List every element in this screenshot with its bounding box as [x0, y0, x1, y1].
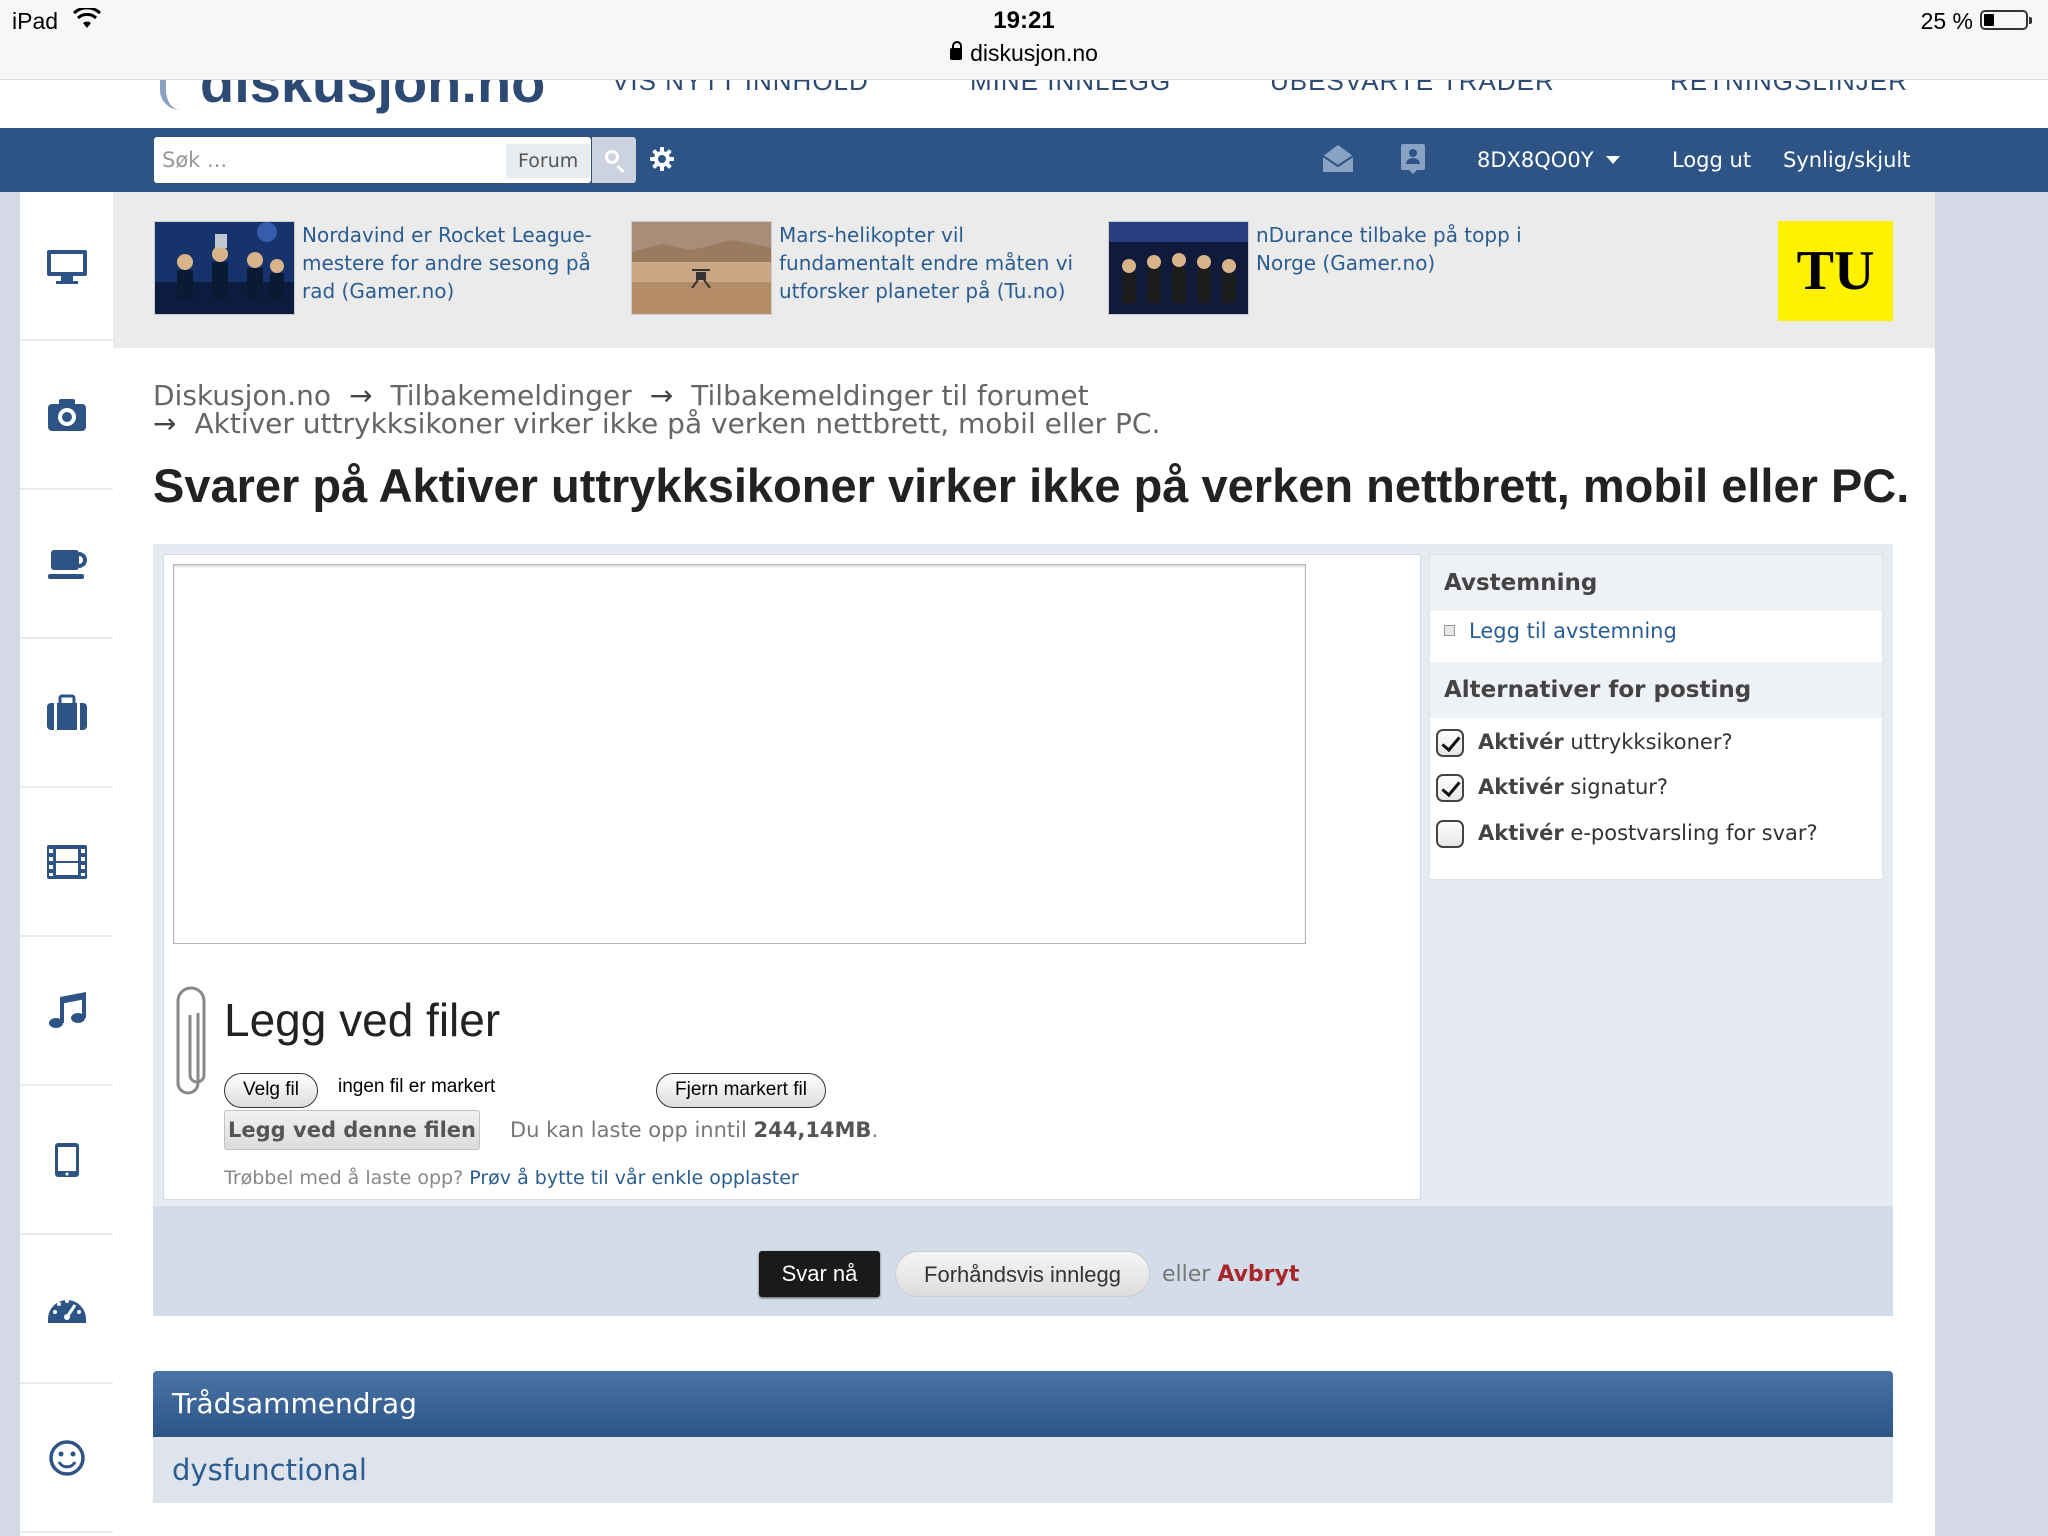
news-thumbnail	[631, 221, 772, 315]
arrow-icon: →	[153, 407, 177, 440]
search-button[interactable]	[592, 137, 636, 183]
header-nav-unanswered[interactable]: UBESVARTE TRÅDER	[1270, 80, 1555, 97]
status-bar: iPad 19:21 diskusjon.no 25 %	[0, 0, 2048, 80]
breadcrumb-item-current[interactable]: Aktiver uttrykksikoner virker ikke på ve…	[194, 407, 1160, 440]
main-content: Nordavind er Rocket League-mestere for a…	[113, 192, 1935, 1536]
gear-icon[interactable]	[648, 145, 676, 173]
logo-mark	[160, 80, 180, 110]
search-box: Forum	[154, 137, 591, 183]
music-icon	[48, 991, 86, 1028]
plus-icon	[1444, 625, 1455, 636]
reply-now-button[interactable]: Svar nå	[759, 1251, 880, 1297]
file-status-text: ingen fil er markert	[338, 1076, 496, 1097]
checkbox-email-notify[interactable]	[1436, 820, 1464, 848]
thread-summary-heading: Trådsammendrag	[153, 1371, 1893, 1437]
username: 8DX8QO0Y	[1477, 148, 1594, 172]
logout-link[interactable]: Logg ut	[1672, 148, 1751, 172]
attach-file-button[interactable]: Legg ved denne filen	[224, 1110, 480, 1150]
submit-bar: Svar nå Forhåndsvis innlegg eller Avbryt	[153, 1206, 1893, 1316]
checkbox-signature[interactable]	[1436, 774, 1464, 802]
editor-area: Legg ved filer Velg fil ingen fil er mar…	[163, 554, 1421, 1200]
search-icon	[605, 150, 619, 164]
checkbox-emoticons[interactable]	[1436, 729, 1464, 757]
category-sidebar	[20, 192, 113, 1536]
tu-ad-logo[interactable]: TU	[1778, 221, 1893, 321]
news-thumbnail	[154, 221, 295, 315]
cancel-link[interactable]: Avbryt	[1217, 1262, 1299, 1287]
smiley-icon	[48, 1439, 85, 1476]
option-email-notify[interactable]: Aktivér e-postvarsling for svar?	[1436, 820, 1818, 848]
upload-trouble-text: Trøbbel med å laste opp? Prøv å bytte ti…	[224, 1167, 799, 1189]
preview-button[interactable]: Forhåndsvis innlegg	[895, 1251, 1150, 1297]
add-poll-link[interactable]: Legg til avstemning	[1444, 619, 1677, 643]
upload-limit-text: Du kan laste opp inntil 244,14MB.	[510, 1118, 879, 1142]
camera-icon	[47, 398, 86, 431]
site-logo[interactable]: diskusjon.no	[200, 80, 545, 115]
option-emoticons[interactable]: Aktivér uttrykksikoner?	[1436, 729, 1733, 757]
notifications-icon[interactable]	[1396, 142, 1430, 176]
sidebar-item-music[interactable]	[20, 937, 113, 1086]
sidebar-item-offtopic[interactable]	[20, 490, 113, 639]
remove-file-button[interactable]: Fjern markert fil	[656, 1073, 826, 1108]
reply-form: Legg ved filer Velg fil ingen fil er mar…	[153, 544, 1893, 1316]
message-textarea[interactable]	[173, 564, 1306, 944]
sidebar-item-work[interactable]	[20, 639, 113, 788]
posting-options-heading: Alternativer for posting	[1430, 662, 1882, 718]
sidebar-item-photo[interactable]	[20, 341, 113, 490]
news-strip: Nordavind er Rocket League-mestere for a…	[113, 192, 1935, 348]
news-headline[interactable]: Nordavind er Rocket League-mestere for a…	[302, 221, 622, 305]
breadcrumb: Diskusjon.no → Tilbakemeldinger → Tilbakemel…	[153, 382, 1653, 438]
simple-uploader-link[interactable]: Prøv å bytte til vår enkle opplaster	[469, 1167, 799, 1189]
visibility-toggle[interactable]: Synlig/skjult	[1783, 148, 1910, 172]
header-nav-new-content[interactable]: VIS NYTT INNHOLD	[612, 80, 869, 97]
address-bar[interactable]: diskusjon.no	[0, 40, 2048, 67]
header-nav-my-posts[interactable]: MINE INNLEGG	[970, 80, 1171, 97]
search-input[interactable]	[162, 143, 492, 177]
tablet-icon	[54, 1142, 79, 1177]
sidebar-item-computers[interactable]	[20, 192, 113, 341]
chevron-down-icon	[1605, 156, 1620, 164]
posting-options: Avstemning Legg til avstemning Alternati…	[1429, 554, 1883, 880]
thread-summary-user[interactable]: dysfunctional	[153, 1437, 1893, 1503]
news-thumbnail	[1108, 221, 1249, 315]
main-navbar: Forum 8DX8QO0Y Logg ut Synlig/skjult	[0, 128, 2048, 192]
lock-icon	[950, 41, 963, 60]
sidebar-item-mobile[interactable]	[20, 1086, 113, 1235]
news-headline[interactable]: nDurance tilbake på topp i Norge (Gamer.…	[1256, 221, 1576, 277]
poll-heading: Avstemning	[1430, 555, 1882, 611]
coffee-icon	[47, 549, 87, 579]
cancel-text: eller Avbryt	[1162, 1262, 1300, 1287]
battery-icon	[1980, 10, 2032, 30]
user-menu[interactable]: 8DX8QO0Y	[1477, 148, 1620, 172]
site-header: diskusjon.no VIS NYTT INNHOLD MINE INNLE…	[0, 80, 2048, 128]
monitor-icon	[46, 249, 87, 284]
option-signature[interactable]: Aktivér signatur?	[1436, 774, 1668, 802]
briefcase-icon	[46, 694, 87, 730]
url-text: diskusjon.no	[970, 40, 1098, 66]
news-headline[interactable]: Mars-helikopter vil fundamentalt endre m…	[779, 221, 1099, 305]
sidebar-item-performance[interactable]	[20, 1235, 113, 1384]
clock: 19:21	[993, 7, 1055, 34]
sidebar-item-community[interactable]	[20, 1384, 113, 1533]
attach-files-heading: Legg ved filer	[224, 994, 501, 1046]
film-icon	[46, 844, 87, 879]
header-nav-guidelines[interactable]: RETNINGSLINJER	[1670, 80, 1908, 97]
battery-percent: 25 %	[1920, 8, 1973, 34]
paperclip-icon	[176, 986, 206, 1095]
speedometer-icon	[47, 1298, 86, 1323]
envelope-icon[interactable]	[1321, 142, 1355, 176]
search-scope-dropdown[interactable]: Forum	[506, 144, 591, 178]
page-title: Svarer på Aktiver uttrykksikoner virker …	[153, 459, 1910, 512]
choose-file-button[interactable]: Velg fil	[224, 1073, 318, 1108]
upload-limit-value: 244,14MB	[753, 1118, 872, 1142]
sidebar-item-film[interactable]	[20, 788, 113, 937]
